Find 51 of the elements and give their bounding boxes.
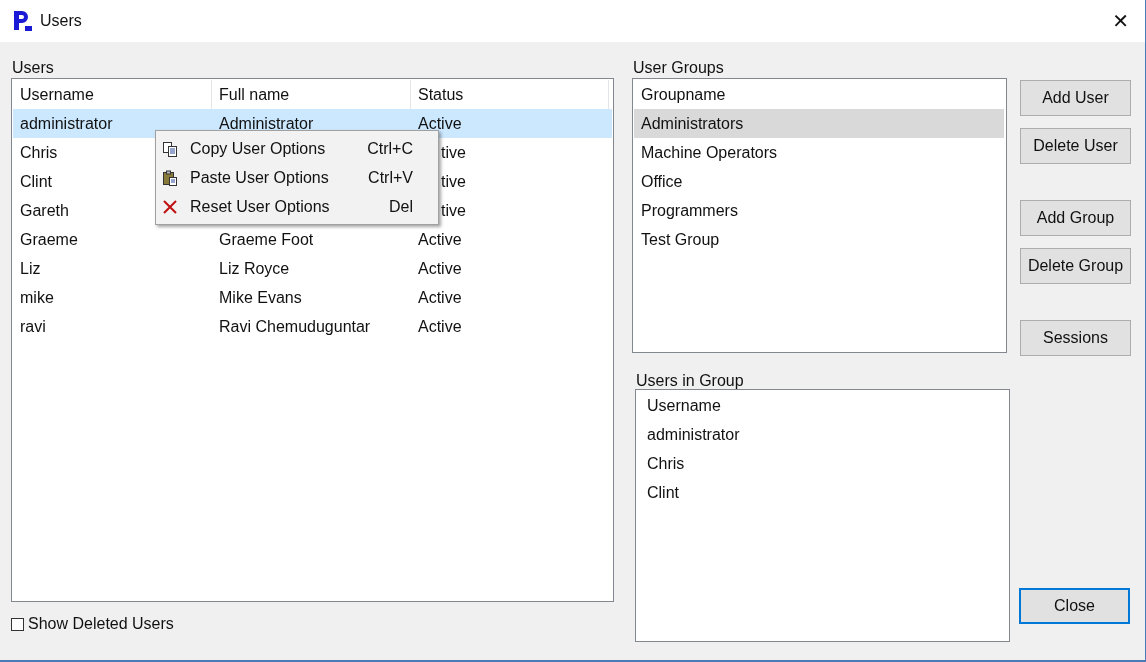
action-button[interactable]: Sessions bbox=[1020, 320, 1131, 356]
user-row[interactable]: Liz Liz Royce Active bbox=[13, 254, 612, 283]
action-button[interactable]: Add Group bbox=[1020, 200, 1131, 236]
group-row[interactable]: Programmers bbox=[634, 196, 1005, 225]
user-row[interactable]: ravi Ravi Chemuduguntar Active bbox=[13, 312, 612, 341]
status-cell: Active bbox=[418, 288, 462, 306]
username-cell: Liz bbox=[20, 259, 41, 277]
column-header[interactable]: Groupname bbox=[634, 85, 726, 104]
action-button[interactable]: Delete Group bbox=[1020, 248, 1131, 284]
full-name-cell: Mike Evans bbox=[219, 288, 302, 306]
username-cell: Graeme bbox=[20, 230, 78, 248]
group-row[interactable]: Machine Operators bbox=[634, 138, 1005, 167]
shortcut-text: Ctrl+C bbox=[366, 139, 413, 158]
username-cell: mike bbox=[20, 288, 54, 306]
member-row[interactable]: administrator bbox=[640, 420, 1008, 450]
users-label: Users bbox=[11, 58, 55, 78]
window-title: Users bbox=[40, 12, 82, 30]
column-header[interactable]: Username bbox=[640, 396, 721, 415]
full-name-cell: Ravi Chemuduguntar bbox=[219, 317, 371, 335]
close-icon[interactable]: ✕ bbox=[1112, 9, 1129, 33]
full-name-cell: Graeme Foot bbox=[219, 230, 314, 248]
member-row[interactable]: Clint bbox=[640, 478, 1008, 508]
action-button[interactable]: Delete User bbox=[1020, 128, 1131, 164]
status-cell: Active bbox=[418, 259, 462, 277]
full-name-cell: Liz Royce bbox=[219, 259, 290, 277]
menu-item[interactable]: Reset User Options Del bbox=[156, 192, 438, 221]
copy-icon bbox=[162, 140, 178, 157]
group-row[interactable]: Administrators bbox=[634, 109, 1004, 138]
user-row[interactable]: Graeme Graeme Foot Active bbox=[13, 225, 612, 254]
shortcut-text: Ctrl+V bbox=[367, 168, 413, 187]
member-row[interactable]: Chris bbox=[640, 449, 1008, 479]
shortcut-text: Del bbox=[388, 197, 413, 216]
full-name-cell: Administrator bbox=[219, 114, 314, 132]
status-cell: Active bbox=[418, 317, 462, 335]
status-cell: Active bbox=[418, 114, 462, 132]
user-row[interactable]: mike Mike Evans Active bbox=[13, 283, 612, 312]
cross-icon bbox=[162, 198, 178, 215]
paste-icon bbox=[162, 169, 178, 186]
action-button[interactable]: Add User bbox=[1020, 80, 1131, 116]
checkbox[interactable] bbox=[11, 617, 24, 631]
group-row[interactable]: Office bbox=[634, 167, 1005, 196]
checkbox-label[interactable]: Show Deleted Users bbox=[28, 615, 174, 633]
status-cell: Active bbox=[418, 230, 462, 248]
username-cell: administrator bbox=[20, 114, 113, 132]
users-in-group-label: Users in Group bbox=[635, 373, 745, 390]
app-logo-icon bbox=[12, 10, 32, 32]
menu-item[interactable]: Paste User Options Ctrl+V bbox=[156, 163, 438, 192]
close-button[interactable]: Close bbox=[1019, 588, 1130, 624]
username-cell: ravi bbox=[20, 317, 46, 335]
group-row[interactable]: Test Group bbox=[634, 225, 1005, 254]
user-groups-label: User Groups bbox=[632, 58, 725, 78]
